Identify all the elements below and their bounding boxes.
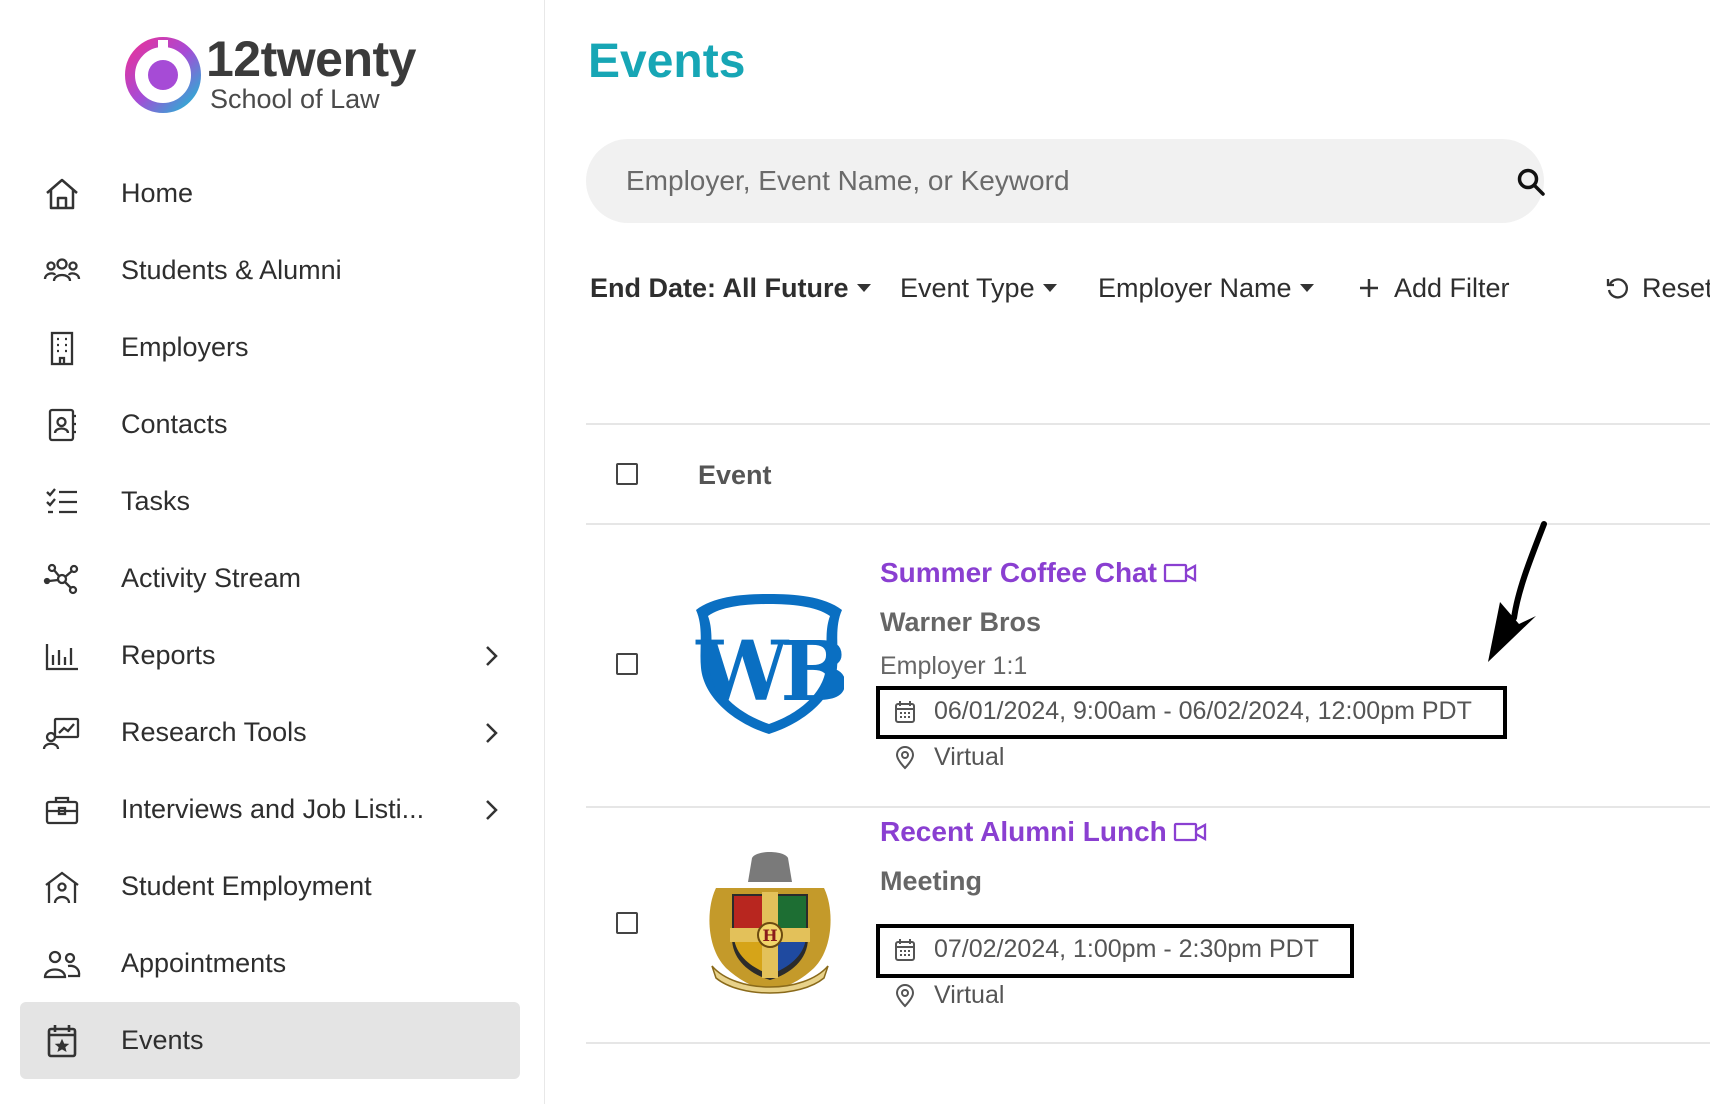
event-title-link[interactable]: Summer Coffee Chat [880,557,1197,589]
page-title: Events [588,35,746,88]
video-camera-icon [1163,563,1197,583]
reset-icon [1606,278,1628,299]
sidebar-item-interviews-job-listings[interactable]: Interviews and Job Listi... [20,771,520,848]
sidebar-item-contacts[interactable]: Contacts [20,386,520,463]
calendar-icon [895,938,915,961]
search-bar [586,139,1546,223]
calendar-star-icon [42,1021,82,1061]
event-type-filter-label: Event Type [900,272,1035,303]
event-row-checkbox[interactable] [616,653,638,675]
event-employer: Warner Bros [880,607,1042,637]
event-title-link[interactable]: Recent Alumni Lunch [880,816,1207,848]
sidebar-item-students-alumni[interactable]: Students & Alumni [20,232,520,309]
event-title-text: Recent Alumni Lunch [880,816,1167,847]
building-icon [42,328,82,368]
sidebar-item-appointments[interactable]: Appointments [20,925,520,1002]
sidebar-item-label: Contacts [121,409,228,439]
sidebar-item-activity-stream[interactable]: Activity Stream [20,540,520,617]
user-pair-icon [42,944,82,984]
location-pin-icon [895,745,915,769]
reset-label: Reset [1642,272,1710,303]
sidebar-item-employers[interactable]: Employers [20,309,520,386]
column-header-event: Event [698,460,772,490]
sidebar-item-label: Student Employment [121,871,372,901]
event-type-filter[interactable]: Event Type [900,273,1057,304]
svg-text:H: H [762,926,777,945]
chevron-right-icon [486,799,498,820]
video-camera-icon [1173,822,1206,842]
contact-book-icon [42,405,82,445]
network-icon [42,559,82,599]
sidebar-item-label: Events [121,1025,204,1055]
sidebar-item-label: Tasks [121,486,191,516]
event-row-checkbox[interactable] [616,912,638,934]
checklist-icon [42,482,82,522]
event-row-divider [586,806,1710,808]
end-date-filter[interactable]: End Date: All Future [590,273,871,304]
home-icon [42,174,82,214]
sidebar-item-tasks[interactable]: Tasks [20,463,520,540]
hogwarts-crest-logo: H [709,852,831,994]
location-pin-icon [895,983,915,1007]
employer-name-filter[interactable]: Employer Name [1098,273,1314,304]
event-title-text: Summer Coffee Chat [880,557,1157,588]
bar-chart-icon [42,636,82,676]
employer-name-filter-label: Employer Name [1098,272,1292,303]
add-filter-button[interactable]: Add Filter [1356,273,1510,304]
main-content: Events End Date: All Future Event Type E… [546,0,1710,1104]
event-employer: Meeting [880,866,983,896]
event-datetime-line: 06/01/2024, 9:00am - 06/02/2024, 12:00pm… [882,697,1472,726]
brand-subtitle: School of Law [210,84,380,114]
add-filter-label: Add Filter [1394,272,1510,303]
event-location: Virtual [934,981,1005,1009]
brand-title: 12twenty [206,31,416,87]
end-date-filter-label: End Date: All Future [590,272,849,303]
event-datetime-line: 07/02/2024, 1:00pm - 2:30pm PDT [882,935,1319,964]
sidebar-item-student-employment[interactable]: Student Employment [20,848,520,925]
sidebar-item-label: Home [121,178,194,208]
event-location: Virtual [934,743,1005,771]
chevron-right-icon [486,722,498,743]
sidebar-item-home[interactable]: Home [20,155,520,232]
sidebar-item-label: Research Tools [121,717,307,747]
calendar-icon [895,700,915,723]
sidebar-item-reports[interactable]: Reports [20,617,520,694]
student-building-icon [42,867,82,907]
sidebar-nav: Home Students & Alumni Employers Contact… [20,155,520,1079]
sidebar-item-label: Employers [121,332,249,362]
search-icon[interactable] [1516,167,1546,197]
sidebar-item-label: Activity Stream [121,563,302,593]
sidebar-item-label: Interviews and Job Listi... [121,794,425,824]
caret-down-icon [856,284,871,292]
brand-logo[interactable]: 12twenty School of Law [122,30,442,120]
sidebar-item-label: Students & Alumni [121,255,342,285]
svg-text:WB: WB [695,624,844,720]
briefcase-icon [42,790,82,830]
sidebar-item-events[interactable]: Events [20,1002,520,1079]
event-datetime: 06/01/2024, 9:00am - 06/02/2024, 12:00pm… [934,697,1472,725]
event-datetime: 07/02/2024, 1:00pm - 2:30pm PDT [934,935,1319,963]
sidebar: 12twenty School of Law Home Students & A… [0,0,545,1104]
event-type: Employer 1:1 [880,652,1028,680]
event-row-divider [586,1042,1710,1044]
plus-icon [1360,279,1378,297]
research-icon [42,713,82,753]
sidebar-item-research-tools[interactable]: Research Tools [20,694,520,771]
caret-down-icon [1299,284,1314,292]
select-all-checkbox[interactable] [616,463,638,485]
people-icon [42,251,82,291]
sidebar-item-label: Appointments [121,948,287,978]
search-input[interactable] [626,159,1446,203]
sidebar-item-label: Reports [121,640,216,670]
event-location-line: Virtual [882,981,1004,1010]
event-location-line: Virtual [882,743,1004,772]
warner-bros-logo: WB [695,594,844,734]
table-top-divider [586,423,1710,425]
chevron-right-icon [486,645,498,666]
annotation-arrow-icon [1488,521,1547,662]
logo-mark-icon [125,37,201,113]
filter-bar: End Date: All Future Event Type Employer… [590,268,1710,308]
caret-down-icon [1042,284,1057,292]
reset-button[interactable]: Reset [1604,273,1710,304]
